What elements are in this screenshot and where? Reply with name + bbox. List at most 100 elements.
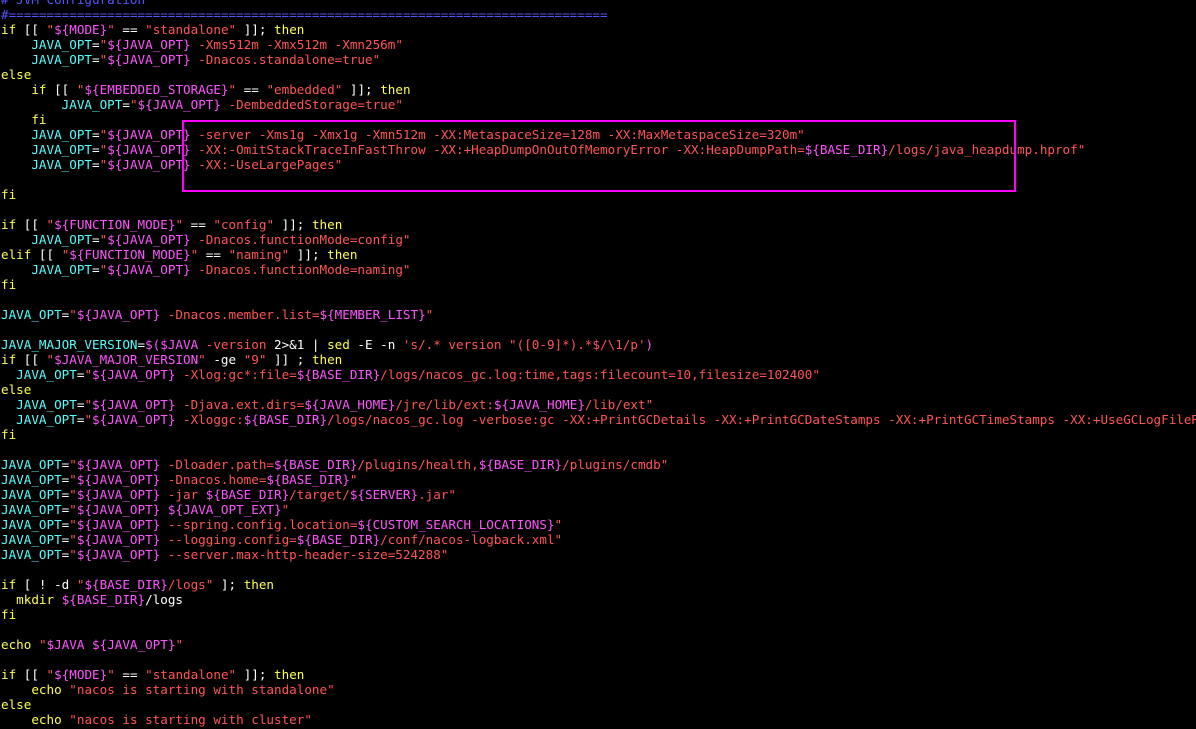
code-line[interactable]: else bbox=[1, 382, 1196, 397]
code-line[interactable]: JAVA_OPT="${JAVA_OPT} --logging.config=$… bbox=[1, 532, 1196, 547]
keyword-token: fi bbox=[1, 187, 17, 202]
variable-token: $($JAVA bbox=[145, 337, 199, 352]
code-line[interactable]: if [ ! -d "${BASE_DIR}/logs" ]; then bbox=[1, 577, 1196, 592]
code-line[interactable] bbox=[1, 442, 1196, 457]
string-token: -version bbox=[198, 337, 274, 352]
code-line[interactable]: JAVA_OPT="${JAVA_OPT} -Dnacos.functionMo… bbox=[1, 262, 1196, 277]
code-line[interactable]: JAVA_OPT="${JAVA_OPT} -XX:-OmitStackTrac… bbox=[1, 142, 1196, 157]
code-line[interactable]: echo "nacos is starting with standalone" bbox=[1, 682, 1196, 697]
code-text: [[ bbox=[16, 352, 47, 367]
code-line[interactable]: fi bbox=[1, 277, 1196, 292]
string-token: -Dnacos.standalone=true" bbox=[190, 52, 381, 67]
code-line[interactable]: echo "nacos is starting with cluster" bbox=[1, 712, 1196, 727]
code-line[interactable]: if [[ "${MODE}" == "standalone" ]]; then bbox=[1, 667, 1196, 682]
comment-token: # JVM Configuration bbox=[1, 0, 145, 7]
identifier-token: JAVA_OPT bbox=[1, 517, 62, 532]
code-line[interactable]: if [[ "${FUNCTION_MODE}" == "config" ]];… bbox=[1, 217, 1196, 232]
variable-token: ${BASE_DIR} bbox=[296, 532, 381, 547]
variable-token: ${MODE} bbox=[54, 22, 108, 37]
variable-token: ${CUSTOM_SEARCH_LOCATIONS} bbox=[357, 517, 555, 532]
code-text: -E -n bbox=[349, 337, 403, 352]
code-line[interactable]: JAVA_OPT="${JAVA_OPT} -Xloggc:${BASE_DIR… bbox=[1, 412, 1196, 427]
code-text: == bbox=[236, 82, 267, 97]
keyword-token: echo bbox=[1, 637, 32, 652]
string-token: -Djava.ext.dirs= bbox=[175, 397, 305, 412]
string-token: " bbox=[69, 517, 77, 532]
code-line[interactable]: mkdir ${BASE_DIR}/logs bbox=[1, 592, 1196, 607]
code-line[interactable] bbox=[1, 292, 1196, 307]
string-token: " bbox=[69, 487, 77, 502]
code-line[interactable] bbox=[1, 652, 1196, 667]
code-line[interactable]: JAVA_OPT="${JAVA_OPT} -Dloader.path=${BA… bbox=[1, 457, 1196, 472]
string-token: "nacos is starting with cluster" bbox=[69, 712, 312, 727]
code-text: == bbox=[114, 667, 146, 682]
code-line[interactable] bbox=[1, 562, 1196, 577]
code-line[interactable]: JAVA_OPT="${JAVA_OPT} --server.max-http-… bbox=[1, 547, 1196, 562]
code-line[interactable]: JAVA_OPT="${JAVA_OPT} -XX:-UseLargePages… bbox=[1, 157, 1196, 172]
code-line[interactable]: # JVM Configuration bbox=[1, 0, 1196, 7]
string-token: "config" bbox=[213, 217, 275, 232]
code-text: [[ bbox=[16, 22, 47, 37]
code-line[interactable] bbox=[1, 202, 1196, 217]
string-token bbox=[160, 502, 168, 517]
keyword-token: then bbox=[311, 352, 343, 367]
code-line[interactable]: if [[ "${MODE}" == "standalone" ]]; then bbox=[1, 22, 1196, 37]
code-line[interactable]: JAVA_OPT="${JAVA_OPT} -Djava.ext.dirs=${… bbox=[1, 397, 1196, 412]
code-line[interactable]: fi bbox=[1, 427, 1196, 442]
code-text: == bbox=[198, 247, 229, 262]
keyword-token: sed bbox=[327, 337, 350, 352]
code-line[interactable]: if [[ "${EMBEDDED_STORAGE}" == "embedded… bbox=[1, 82, 1196, 97]
code-line[interactable]: JAVA_OPT="${JAVA_OPT} ${JAVA_OPT_EXT}" bbox=[1, 502, 1196, 517]
code-line[interactable]: JAVA_MAJOR_VERSION=$($JAVA -version 2>&1… bbox=[1, 337, 1196, 352]
variable-token: ${JAVA_OPT} bbox=[76, 517, 161, 532]
code-text: ]] ; bbox=[266, 352, 312, 367]
code-line[interactable]: fi bbox=[1, 187, 1196, 202]
code-line[interactable] bbox=[1, 322, 1196, 337]
variable-token: ${JAVA_OPT} bbox=[76, 472, 161, 487]
code-line[interactable]: if [[ "$JAVA_MAJOR_VERSION" -ge "9" ]] ;… bbox=[1, 352, 1196, 367]
code-line[interactable]: fi bbox=[1, 607, 1196, 622]
code-line[interactable]: JAVA_OPT="${JAVA_OPT} --spring.config.lo… bbox=[1, 517, 1196, 532]
code-line[interactable]: JAVA_OPT="${JAVA_OPT} -Xlog:gc*:file=${B… bbox=[1, 367, 1196, 382]
code-text: ]]; bbox=[236, 667, 275, 682]
variable-token: ${JAVA_OPT} bbox=[107, 37, 191, 52]
code-line[interactable]: echo "$JAVA ${JAVA_OPT}" bbox=[1, 637, 1196, 652]
variable-token: ${EMBEDDED_STORAGE} bbox=[84, 82, 229, 97]
variable-token: ${JAVA_OPT} bbox=[92, 412, 176, 427]
code-line[interactable]: JAVA_OPT="${JAVA_OPT} -Xms512m -Xmx512m … bbox=[1, 37, 1196, 52]
code-line[interactable]: JAVA_OPT="${JAVA_OPT} -Dnacos.functionMo… bbox=[1, 232, 1196, 247]
keyword-token: if bbox=[31, 82, 47, 97]
code-line[interactable]: JAVA_OPT="${JAVA_OPT} -jar ${BASE_DIR}/t… bbox=[1, 487, 1196, 502]
variable-token: $JAVA ${JAVA_OPT} bbox=[46, 637, 176, 652]
identifier-token: JAVA_MAJOR_VERSION bbox=[1, 337, 138, 352]
identifier-token: JAVA_OPT bbox=[1, 532, 62, 547]
code-line[interactable]: #=======================================… bbox=[1, 7, 1196, 22]
code-line[interactable]: JAVA_OPT="${JAVA_OPT} -Dnacos.member.lis… bbox=[1, 307, 1196, 322]
identifier-token: JAVA_OPT bbox=[1, 472, 62, 487]
code-line[interactable]: JAVA_OPT="${JAVA_OPT} -server -Xms1g -Xm… bbox=[1, 127, 1196, 142]
code-line[interactable]: else bbox=[1, 697, 1196, 712]
code-line[interactable] bbox=[1, 172, 1196, 187]
identifier-token: JAVA_OPT bbox=[31, 157, 93, 172]
code-line[interactable] bbox=[1, 622, 1196, 637]
code-line[interactable]: else bbox=[1, 67, 1196, 82]
code-line[interactable]: fi bbox=[1, 112, 1196, 127]
terminal-window[interactable]: # JVM Configuration#====================… bbox=[0, 0, 1196, 729]
string-token: -DembeddedStorage=true" bbox=[220, 97, 403, 112]
script-editor-content[interactable]: # JVM Configuration#====================… bbox=[1, 0, 1196, 727]
identifier-token: JAVA_OPT bbox=[61, 97, 123, 112]
string-token: /lib/ext" bbox=[584, 397, 654, 412]
code-line[interactable]: JAVA_OPT="${JAVA_OPT} -Dnacos.standalone… bbox=[1, 52, 1196, 67]
code-line[interactable]: JAVA_OPT="${JAVA_OPT} -DembeddedStorage=… bbox=[1, 97, 1196, 112]
variable-token: ${JAVA_HOME} bbox=[493, 397, 585, 412]
string-token: " bbox=[84, 367, 93, 382]
code-line[interactable]: JAVA_OPT="${JAVA_OPT} -Dnacos.home=${BAS… bbox=[1, 472, 1196, 487]
string-token: -Dnacos.home= bbox=[160, 472, 267, 487]
code-text: ]]; bbox=[289, 247, 328, 262]
keyword-token: if bbox=[1, 667, 17, 682]
keyword-token: fi bbox=[1, 607, 17, 622]
code-line[interactable]: elif [[ "${FUNCTION_MODE}" == "naming" ]… bbox=[1, 247, 1196, 262]
code-text: ]]; bbox=[236, 22, 275, 37]
